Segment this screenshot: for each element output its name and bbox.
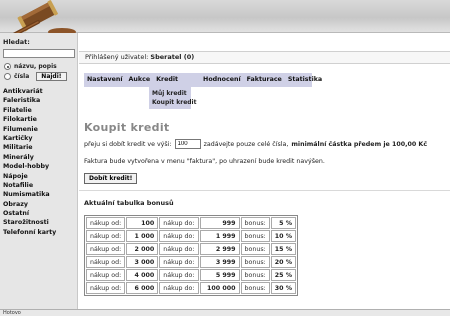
logged-user-name: Sberatel (0)	[150, 53, 195, 61]
cell-bonus-label: bonus:	[240, 282, 270, 294]
cell-from-value: 4 000	[126, 269, 159, 281]
category-link[interactable]: Militarie	[3, 143, 56, 152]
cell-to-label: nákup do:	[159, 282, 199, 294]
category-link[interactable]: Model-hobby	[3, 162, 56, 171]
invoice-note: Faktura bude vytvořena v menu "faktura",…	[84, 158, 325, 165]
submenu-item-buy-credit[interactable]: Koupit kredit	[152, 98, 196, 107]
account-menu: Nastavení Aukce Kredit Hodnocení Faktura…	[84, 73, 322, 87]
category-link[interactable]: Antikvariát	[3, 87, 56, 96]
search-input[interactable]	[3, 49, 75, 58]
menu-item-statistika[interactable]: Statistika	[285, 73, 325, 87]
radio-number-option[interactable]: čísla Najdi!	[4, 72, 67, 81]
credit-amount-input[interactable]	[174, 139, 201, 149]
cell-to-label: nákup do:	[159, 256, 199, 268]
radio-unselected-icon[interactable]	[4, 73, 11, 80]
logged-user-bar: Přihlášený uživatel: Sberatel (0)	[79, 51, 450, 64]
radio-title-label: názvu, popis	[14, 63, 57, 70]
cell-bonus-value: 25 %	[270, 269, 297, 281]
credit-form-row: přeju si dobít kredit ve výši: zadávejte…	[84, 139, 427, 149]
credit-hint: zadávejte pouze celé čísla,	[203, 140, 289, 148]
category-link[interactable]: Kartičky	[3, 134, 56, 143]
search-label: Hledat:	[3, 38, 30, 46]
main-content: Přihlášený uživatel: Sberatel (0) Nastav…	[79, 33, 450, 309]
cell-to-value: 999	[199, 217, 240, 229]
cell-to-value: 5 999	[199, 269, 240, 281]
buy-credit-button[interactable]: Dobít kredit!	[84, 173, 138, 184]
category-link[interactable]: Notafilie	[3, 181, 56, 190]
category-list: Antikvariát Faleristika Filatelie Filoka…	[3, 87, 56, 237]
category-link[interactable]: Filokartie	[3, 115, 56, 124]
cell-from-label: nákup od:	[86, 217, 126, 229]
cell-bonus-value: 5 %	[270, 217, 297, 229]
bonus-table: nákup od: 100 nákup do: 999 bonus: 5 % nákup o…	[84, 215, 299, 296]
menu-item-nastaveni[interactable]: Nastavení	[84, 73, 126, 87]
category-link[interactable]: Obrazy	[3, 200, 56, 209]
cell-bonus-label: bonus:	[240, 217, 270, 229]
cell-to-value: 3 999	[199, 256, 240, 268]
cell-from-value: 100	[126, 217, 159, 229]
credit-minimum-note: minimální částka předem je 100,00 Kč	[291, 140, 428, 148]
logged-user-label: Přihlášený uživatel:	[85, 53, 149, 61]
submenu-item-my-credit[interactable]: Můj kredit	[152, 89, 188, 98]
table-row: nákup od: 3 000 nákup do: 3 999 bonus: 20 %	[86, 256, 297, 268]
cell-bonus-label: bonus:	[240, 269, 270, 281]
table-row: nákup od: 4 000 nákup do: 5 999 bonus: 25 %	[86, 269, 297, 281]
cell-to-label: nákup do:	[159, 230, 199, 242]
divider	[79, 190, 450, 191]
table-row: nákup od: 100 nákup do: 999 bonus: 5 %	[86, 217, 297, 229]
cell-to-value: 2 999	[199, 243, 240, 255]
cell-from-value: 2 000	[126, 243, 159, 255]
table-row: nákup od: 1 000 nákup do: 1 999 bonus: 10 %	[86, 230, 297, 242]
cell-from-label: nákup od:	[86, 282, 126, 294]
credit-amount-label: přeju si dobít kredit ve výši:	[84, 140, 172, 148]
cell-from-label: nákup od:	[86, 243, 126, 255]
cell-from-value: 1 000	[126, 230, 159, 242]
cell-from-value: 3 000	[126, 256, 159, 268]
cell-bonus-value: 20 %	[270, 256, 297, 268]
bonus-table-title: Aktuální tabulka bonusů	[84, 199, 174, 207]
cell-to-value: 1 999	[199, 230, 240, 242]
category-link[interactable]: Filatelie	[3, 106, 56, 115]
category-link[interactable]: Ostatní	[3, 209, 56, 218]
category-link[interactable]: Filumenie	[3, 125, 56, 134]
status-bar: Hotovo	[0, 309, 450, 316]
radio-number-label: čísla	[14, 73, 30, 80]
category-link[interactable]: Starožitnosti	[3, 218, 56, 227]
cell-to-label: nákup do:	[159, 243, 199, 255]
cell-from-label: nákup od:	[86, 256, 126, 268]
menu-item-hodnoceni[interactable]: Hodnocení	[200, 73, 244, 87]
category-link[interactable]: Numismatika	[3, 190, 56, 199]
radio-title-option[interactable]: názvu, popis	[4, 63, 57, 70]
radio-selected-icon[interactable]	[4, 63, 11, 70]
category-link[interactable]: Minerály	[3, 153, 56, 162]
category-link[interactable]: Telefonní karty	[3, 228, 56, 237]
cell-from-label: nákup od:	[86, 269, 126, 281]
cell-to-value: 100 000	[199, 282, 240, 294]
kredit-submenu: Můj kredit Koupit kredit	[149, 87, 196, 109]
cell-bonus-value: 30 %	[270, 282, 297, 294]
cell-from-value: 6 000	[126, 282, 159, 294]
menu-item-aukce[interactable]: Aukce	[126, 73, 154, 87]
cell-bonus-label: bonus:	[240, 243, 270, 255]
table-row: nákup od: 2 000 nákup do: 2 999 bonus: 15 %	[86, 243, 297, 255]
table-row: nákup od: 6 000 nákup do: 100 000 bonus: 30 %	[86, 282, 297, 294]
page-title: Koupit kredit	[84, 121, 170, 134]
category-link[interactable]: Nápoje	[3, 172, 56, 181]
sidebar: Hledat: názvu, popis čísla Najdi! Antikv…	[0, 33, 78, 309]
cell-to-label: nákup do:	[159, 269, 199, 281]
cell-to-label: nákup do:	[159, 217, 199, 229]
category-link[interactable]: Faleristika	[3, 96, 56, 105]
cell-bonus-value: 15 %	[270, 243, 297, 255]
cell-bonus-label: bonus:	[240, 256, 270, 268]
menu-item-kredit[interactable]: Kredit	[153, 73, 200, 87]
cell-bonus-value: 10 %	[270, 230, 297, 242]
menu-item-fakturace[interactable]: Fakturace	[244, 73, 285, 87]
cell-from-label: nákup od:	[86, 230, 126, 242]
find-button[interactable]: Najdi!	[36, 72, 67, 81]
cell-bonus-label: bonus:	[240, 230, 270, 242]
